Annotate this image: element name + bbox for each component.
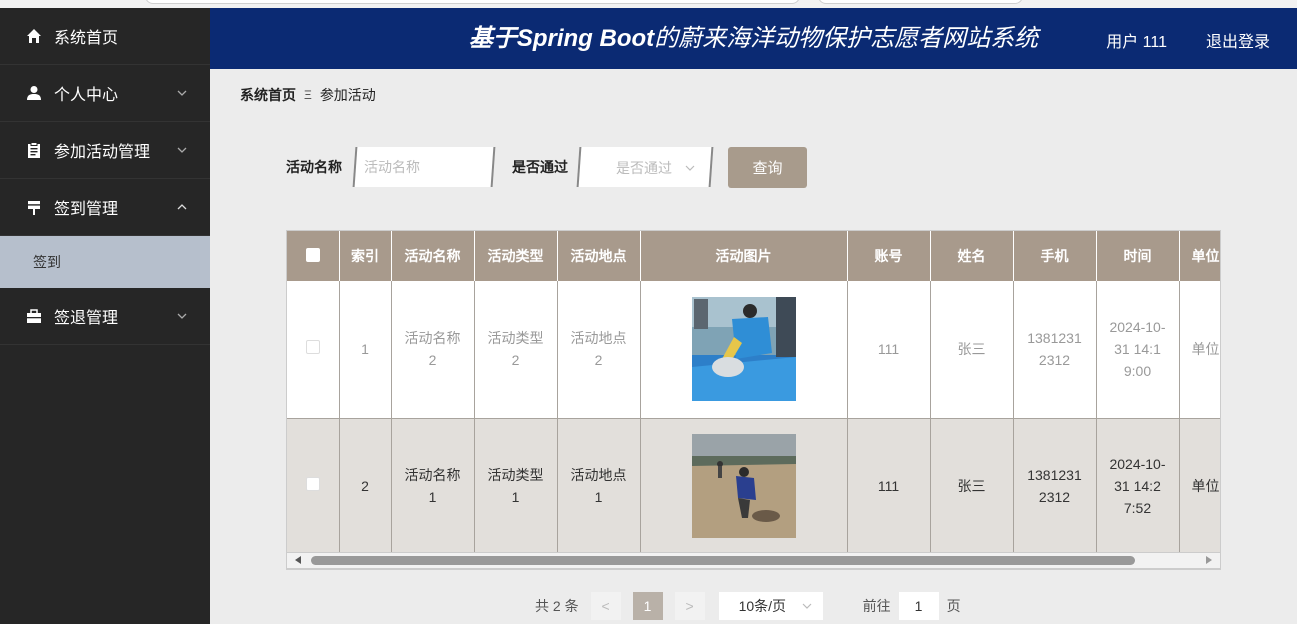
cell-person: 张三 [930, 281, 1014, 419]
pagination: 共 2 条 < 1 > 10条/页 前往 页 [535, 592, 961, 620]
table-row[interactable]: 1 活动名称2 活动类型2 活动地点2 111 张三 13812312312 2… [287, 281, 1220, 419]
cell-activity-place: 活动地点1 [557, 418, 641, 555]
column-header: 姓名 [930, 231, 1014, 281]
column-header: 活动名称 [391, 231, 475, 281]
logout-link[interactable]: 退出登录 [1206, 28, 1270, 52]
breadcrumb-home[interactable]: 系统首页 [240, 85, 296, 105]
sidebar-item-label: 系统首页 [54, 30, 119, 47]
search-bar: 活动名称 是否通过 是否通过 查询 [286, 146, 807, 188]
user-icon [27, 86, 41, 100]
pass-status-select[interactable]: 是否通过 [576, 147, 714, 187]
browser-tab-edge [145, 0, 800, 4]
total-count: 共 2 条 [535, 598, 579, 614]
top-header: 基于Spring Boot的蔚来海洋动物保护志愿者网站系统 用户 111 退出登… [210, 8, 1297, 69]
cell-account: 111 [847, 418, 931, 555]
sidebar-item-signin-management[interactable]: 签到管理 [0, 179, 210, 236]
sidebar-item-label: 个人中心 [54, 87, 119, 104]
sidebar-item-home[interactable]: 系统首页 [0, 8, 210, 65]
page-size-select[interactable]: 10条/页 [718, 592, 823, 620]
cell-activity-name: 活动名称1 [391, 418, 475, 555]
pass-status-label: 是否通过 [512, 159, 568, 175]
chevron-down-icon [685, 165, 695, 171]
column-header: 活动类型 [474, 231, 558, 281]
column-header: 手机 [1013, 231, 1097, 281]
cell-activity-image [640, 281, 848, 419]
sidebar-item-label: 签到管理 [54, 201, 119, 218]
cell-activity-image [640, 418, 848, 555]
column-header: 活动图片 [640, 231, 848, 281]
cell-activity-place: 活动地点2 [557, 281, 641, 419]
activity-name-field [352, 147, 496, 187]
sidebar-item-profile[interactable]: 个人中心 [0, 65, 210, 122]
goto-label: 前往 [862, 598, 891, 614]
cell-account: 111 [847, 281, 931, 419]
sidebar-item-label: 签退管理 [54, 310, 119, 327]
row-select-cell[interactable] [287, 281, 340, 419]
sidebar-item-label: 参加活动管理 [54, 144, 151, 161]
sidebar-subitem-signin[interactable]: 签到 [0, 236, 210, 288]
activity-name-label: 活动名称 [286, 159, 342, 175]
user-label: 用户 111 [1106, 34, 1167, 51]
sidebar-item-signout-management[interactable]: 签退管理 [0, 288, 210, 345]
chevron-down-icon [177, 313, 187, 319]
cell-person: 张三 [930, 418, 1014, 555]
breadcrumb-current: 参加活动 [319, 87, 376, 103]
sidebar-item-activity-management[interactable]: 参加活动管理 [0, 122, 210, 179]
chevron-up-icon [177, 204, 187, 210]
column-header: 时间 [1096, 231, 1180, 281]
cell-unit: 单位1 [1179, 418, 1220, 555]
cell-index: 2 [339, 418, 392, 555]
home-icon [27, 29, 41, 43]
select-all-checkbox[interactable] [305, 247, 320, 262]
breadcrumb-separator: Ξ [304, 88, 312, 102]
activity-photo[interactable] [691, 297, 796, 402]
cell-index: 1 [339, 281, 392, 419]
scroll-left-arrow-icon[interactable] [295, 556, 301, 564]
flag-icon [28, 201, 40, 215]
cell-activity-type: 活动类型2 [474, 281, 558, 419]
next-page-button[interactable]: > [674, 592, 705, 620]
scrollbar-thumb[interactable] [311, 556, 1135, 565]
breadcrumb: 系统首页 Ξ 参加活动 [240, 85, 376, 105]
column-header: 单位 [1179, 231, 1220, 281]
cell-time: 2024-10-31 14:27:52 [1096, 418, 1180, 555]
cell-activity-name: 活动名称2 [391, 281, 475, 419]
table-header-row: 索引 活动名称 活动类型 活动地点 活动图片 账号 姓名 手机 时间 单位 [287, 231, 1220, 281]
column-header: 活动地点 [557, 231, 641, 281]
chevron-down-icon [802, 603, 812, 609]
pass-status-placeholder: 是否通过 [616, 160, 672, 176]
prev-page-button[interactable]: < [590, 592, 621, 620]
activity-name-input[interactable] [364, 147, 484, 187]
column-header: 索引 [339, 231, 392, 281]
chevron-down-icon [177, 90, 187, 96]
cell-time: 2024-10-31 14:19:00 [1096, 281, 1180, 419]
page-number-button[interactable]: 1 [632, 592, 663, 620]
title-bold-part: 基于Spring Boot [468, 25, 655, 52]
row-checkbox[interactable] [305, 340, 320, 355]
page-size-value: 10条/页 [738, 598, 787, 614]
query-button[interactable]: 查询 [728, 146, 807, 188]
clipboard-icon [28, 142, 40, 158]
cell-phone: 13812312312 [1013, 418, 1097, 555]
row-select-cell[interactable] [287, 418, 340, 555]
row-checkbox[interactable] [305, 477, 320, 491]
data-table: 索引 活动名称 活动类型 活动地点 活动图片 账号 姓名 手机 时间 单位 1 … [286, 230, 1221, 570]
scroll-right-arrow-icon[interactable] [1206, 556, 1212, 564]
goto-page-input[interactable] [898, 592, 939, 620]
browser-tab-edge [818, 0, 1023, 4]
chevron-down-icon [177, 147, 187, 153]
table-row[interactable]: 2 活动名称1 活动类型1 活动地点1 111 张三 13812312312 2… [287, 418, 1220, 555]
cell-phone: 13812312312 [1013, 281, 1097, 419]
briefcase-icon [27, 309, 41, 323]
title-rest-part: 的蔚来海洋动物保护志愿者网站系统 [654, 25, 1039, 52]
sidebar: 系统首页 个人中心 参加活动管理 签到管理 签到 签退管理 [0, 8, 210, 624]
column-header: 账号 [847, 231, 931, 281]
activity-photo[interactable] [691, 434, 796, 538]
browser-top-strip [0, 0, 1297, 8]
cell-unit: 单位2 [1179, 281, 1220, 419]
page-suffix-label: 页 [946, 598, 961, 614]
cell-activity-type: 活动类型1 [474, 418, 558, 555]
horizontal-scrollbar[interactable] [286, 552, 1221, 569]
header-select-all[interactable] [287, 231, 340, 281]
